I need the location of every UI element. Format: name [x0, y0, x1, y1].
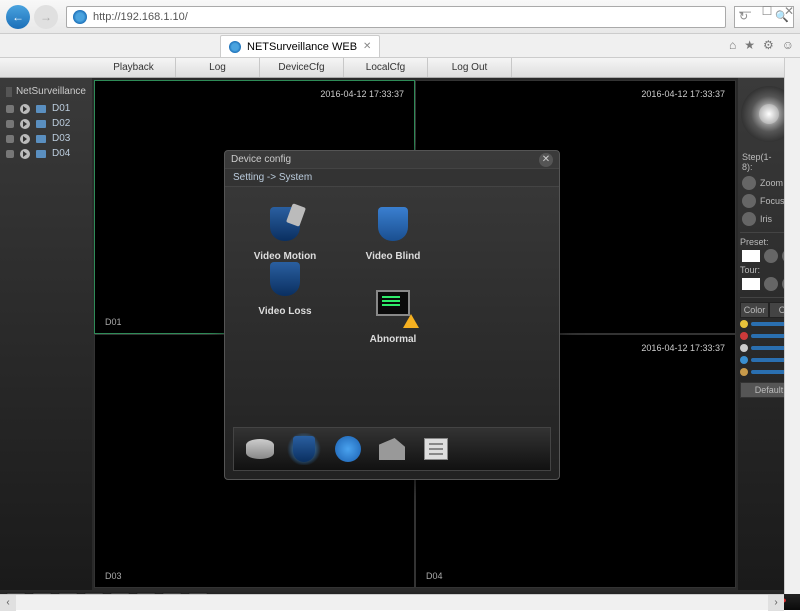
- close-window-button[interactable]: ✕: [782, 4, 796, 18]
- channel-row-d04[interactable]: D04: [0, 146, 92, 161]
- forward-button[interactable]: →: [34, 5, 58, 29]
- zoom-in-button[interactable]: [742, 176, 756, 190]
- contrast-icon: [740, 332, 748, 340]
- scroll-right-button[interactable]: ›: [768, 595, 784, 611]
- scroll-left-button[interactable]: ‹: [0, 595, 16, 611]
- ie-icon: [73, 10, 87, 24]
- saturation-icon: [740, 344, 748, 352]
- menu-log[interactable]: Log: [176, 58, 260, 77]
- modal-title-text: Device config: [231, 154, 291, 165]
- modal-tab-alarm[interactable]: [286, 433, 322, 465]
- horizontal-scrollbar[interactable]: ‹ ›: [0, 594, 784, 610]
- preset-input[interactable]: [742, 250, 760, 262]
- tour-play[interactable]: [764, 277, 778, 291]
- browser-tab[interactable]: NETSurveillance WEB ✕: [220, 35, 380, 57]
- abnormal-label: Abnormal: [339, 334, 447, 345]
- menu-localcfg[interactable]: LocalCfg: [344, 58, 428, 77]
- tab-close-icon[interactable]: ✕: [363, 41, 371, 52]
- hue-icon: [740, 356, 748, 364]
- brightness-icon: [740, 320, 748, 328]
- app-menu-bar: Playback Log DeviceCfg LocalCfg Log Out: [0, 58, 800, 78]
- modal-close-button[interactable]: ✕: [539, 153, 553, 167]
- address-bar[interactable]: http://192.168.1.10/: [66, 6, 726, 28]
- device-config-modal: Device config ✕ Setting -> System Video …: [224, 150, 560, 480]
- cell-label: D04: [426, 571, 443, 581]
- home-icon[interactable]: ⌂: [729, 38, 736, 52]
- tab-ie-icon: [229, 41, 241, 53]
- focus-button[interactable]: [742, 194, 756, 208]
- abnormal-item[interactable]: Abnormal: [339, 290, 447, 345]
- video-loss-label: Video Loss: [231, 306, 339, 317]
- video-blind-item[interactable]: Video Blind: [339, 207, 447, 262]
- modal-tab-system[interactable]: [330, 433, 366, 465]
- iris-button[interactable]: [742, 212, 756, 226]
- timestamp: 2016-04-12 17:33:37: [320, 89, 404, 99]
- modal-category-tabs: [233, 427, 551, 471]
- vertical-scrollbar[interactable]: [784, 58, 800, 594]
- modal-breadcrumb: Setting -> System: [225, 169, 559, 187]
- modal-tab-info[interactable]: [418, 433, 454, 465]
- channel-row-d01[interactable]: D01: [0, 101, 92, 116]
- minimize-button[interactable]: —: [738, 4, 752, 18]
- tour-input[interactable]: [742, 278, 760, 290]
- favorites-icon[interactable]: ★: [744, 38, 755, 52]
- modal-tab-storage[interactable]: [242, 433, 278, 465]
- modal-tab-tools[interactable]: [374, 433, 410, 465]
- timestamp: 2016-04-12 17:33:37: [641, 89, 725, 99]
- sharpness-icon: [740, 368, 748, 376]
- video-blind-label: Video Blind: [339, 251, 447, 262]
- cell-label: D01: [105, 317, 122, 327]
- timestamp: 2016-04-12 17:33:37: [641, 343, 725, 353]
- channel-row-d03[interactable]: D03: [0, 131, 92, 146]
- preset-add[interactable]: [764, 249, 778, 263]
- video-motion-item[interactable]: Video Motion: [231, 207, 339, 262]
- menu-devicecfg[interactable]: DeviceCfg: [260, 58, 344, 77]
- back-button[interactable]: ←: [6, 5, 30, 29]
- channel-sidebar: NetSurveillance D01 D02 D03 D04: [0, 78, 92, 590]
- video-loss-item[interactable]: Video Loss: [231, 262, 339, 345]
- settings-gear-icon[interactable]: ⚙: [763, 38, 774, 52]
- tab-title: NETSurveillance WEB: [247, 41, 357, 53]
- channel-row-d02[interactable]: D02: [0, 116, 92, 131]
- step-label: Step(1-8):: [742, 152, 781, 172]
- url-text: http://192.168.1.10/: [93, 11, 188, 23]
- video-motion-label: Video Motion: [231, 251, 339, 262]
- feedback-icon[interactable]: ☺: [782, 38, 794, 52]
- sidebar-title: NetSurveillance: [0, 82, 92, 101]
- tab-color[interactable]: Color: [740, 302, 769, 318]
- cell-label: D03: [105, 571, 122, 581]
- maximize-button[interactable]: ☐: [760, 4, 774, 18]
- menu-logout[interactable]: Log Out: [428, 58, 512, 77]
- menu-playback[interactable]: Playback: [92, 58, 176, 77]
